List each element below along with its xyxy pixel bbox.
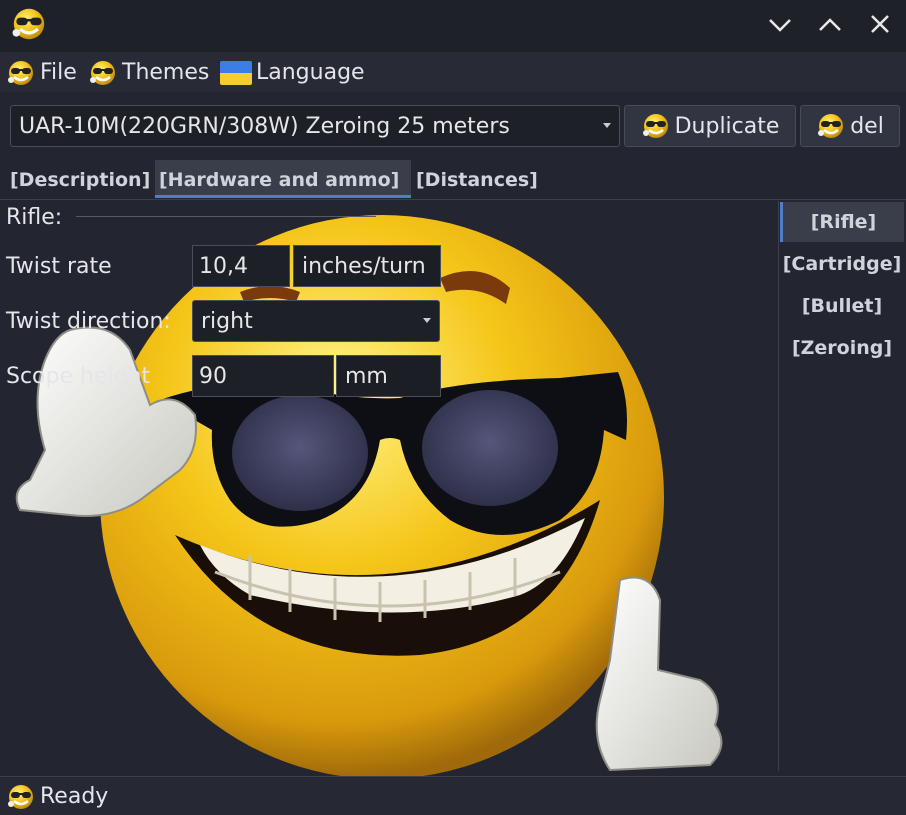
scope-height-input[interactable]: 90 — [192, 355, 334, 397]
tab-hardware-and-ammo[interactable]: [Hardware and ammo] — [155, 160, 411, 198]
menu-file[interactable]: File — [6, 56, 77, 90]
delete-label: del — [850, 113, 884, 139]
tab-distances-label: [Distances] — [416, 169, 538, 191]
menu-themes-label: Themes — [122, 60, 210, 85]
side-tab-cartridge-label: [Cartridge] — [782, 253, 902, 275]
tab-hardware-label: [Hardware and ammo] — [159, 169, 400, 191]
scope-height-label: Scope height — [6, 364, 151, 389]
duplicate-button[interactable]: Duplicate — [624, 105, 796, 147]
dropdown-arrow-icon — [603, 123, 611, 128]
tab-distances[interactable]: [Distances] — [412, 160, 542, 198]
tab-description-label: [Description] — [10, 169, 151, 191]
duplicate-label: Duplicate — [674, 113, 780, 139]
menu-file-label: File — [40, 60, 77, 85]
chevron-down-icon — [769, 19, 791, 32]
side-tab-zeroing-label: [Zeroing] — [791, 337, 893, 359]
profile-select-value: UAR-10M(220GRN/308W) Zeroing 25 meters — [19, 113, 510, 139]
cool-smiley-icon — [10, 7, 46, 41]
twist-rate-value: 10,4 — [199, 253, 248, 279]
twist-direction-label: Twist direction: — [6, 309, 171, 334]
ukraine-flag-icon — [220, 61, 252, 85]
close-button[interactable] — [862, 6, 898, 42]
twist-direction-select[interactable]: right — [192, 300, 440, 342]
twist-direction-value: right — [201, 308, 253, 334]
dropdown-arrow-icon — [423, 318, 431, 323]
smiley-icon — [816, 112, 846, 140]
close-icon — [871, 15, 889, 33]
side-tab-rifle[interactable]: [Rifle] — [780, 202, 904, 242]
minimize-button[interactable] — [762, 6, 798, 42]
status-bar — [0, 777, 906, 815]
side-tab-bullet[interactable]: [Bullet] — [780, 286, 904, 326]
twist-rate-input[interactable]: 10,4 — [192, 245, 290, 287]
side-tab-bullet-label: [Bullet] — [801, 295, 883, 317]
delete-button[interactable]: del — [800, 105, 900, 147]
section-divider — [76, 216, 376, 217]
menu-themes[interactable]: Themes — [88, 56, 209, 90]
side-tab-cartridge[interactable]: [Cartridge] — [780, 244, 904, 284]
smiley-icon — [6, 783, 36, 811]
scope-height-value: 90 — [199, 363, 227, 389]
status-text: Ready — [40, 784, 109, 809]
twist-rate-unit: inches/turn — [293, 245, 441, 287]
smiley-icon — [88, 59, 118, 87]
twist-rate-unit-text: inches/turn — [302, 253, 426, 279]
maximize-button[interactable] — [812, 6, 848, 42]
side-tabs-divider — [778, 201, 779, 771]
twist-rate-label: Twist rate — [6, 254, 112, 279]
tab-description[interactable]: [Description] — [6, 160, 154, 198]
status-indicator: Ready — [6, 780, 108, 814]
scope-height-unit-text: mm — [345, 363, 388, 389]
chevron-up-icon — [819, 18, 841, 31]
side-tab-zeroing[interactable]: [Zeroing] — [780, 328, 904, 368]
side-tab-rifle-label: [Rifle] — [810, 211, 877, 233]
scope-height-unit: mm — [336, 355, 441, 397]
profile-select[interactable]: UAR-10M(220GRN/308W) Zeroing 25 meters — [10, 105, 620, 147]
menu-language[interactable]: Language — [220, 56, 365, 90]
smiley-icon — [641, 112, 671, 140]
menu-language-label: Language — [256, 60, 365, 85]
rifle-section-label: Rifle: — [6, 205, 63, 230]
smiley-icon — [6, 59, 36, 87]
